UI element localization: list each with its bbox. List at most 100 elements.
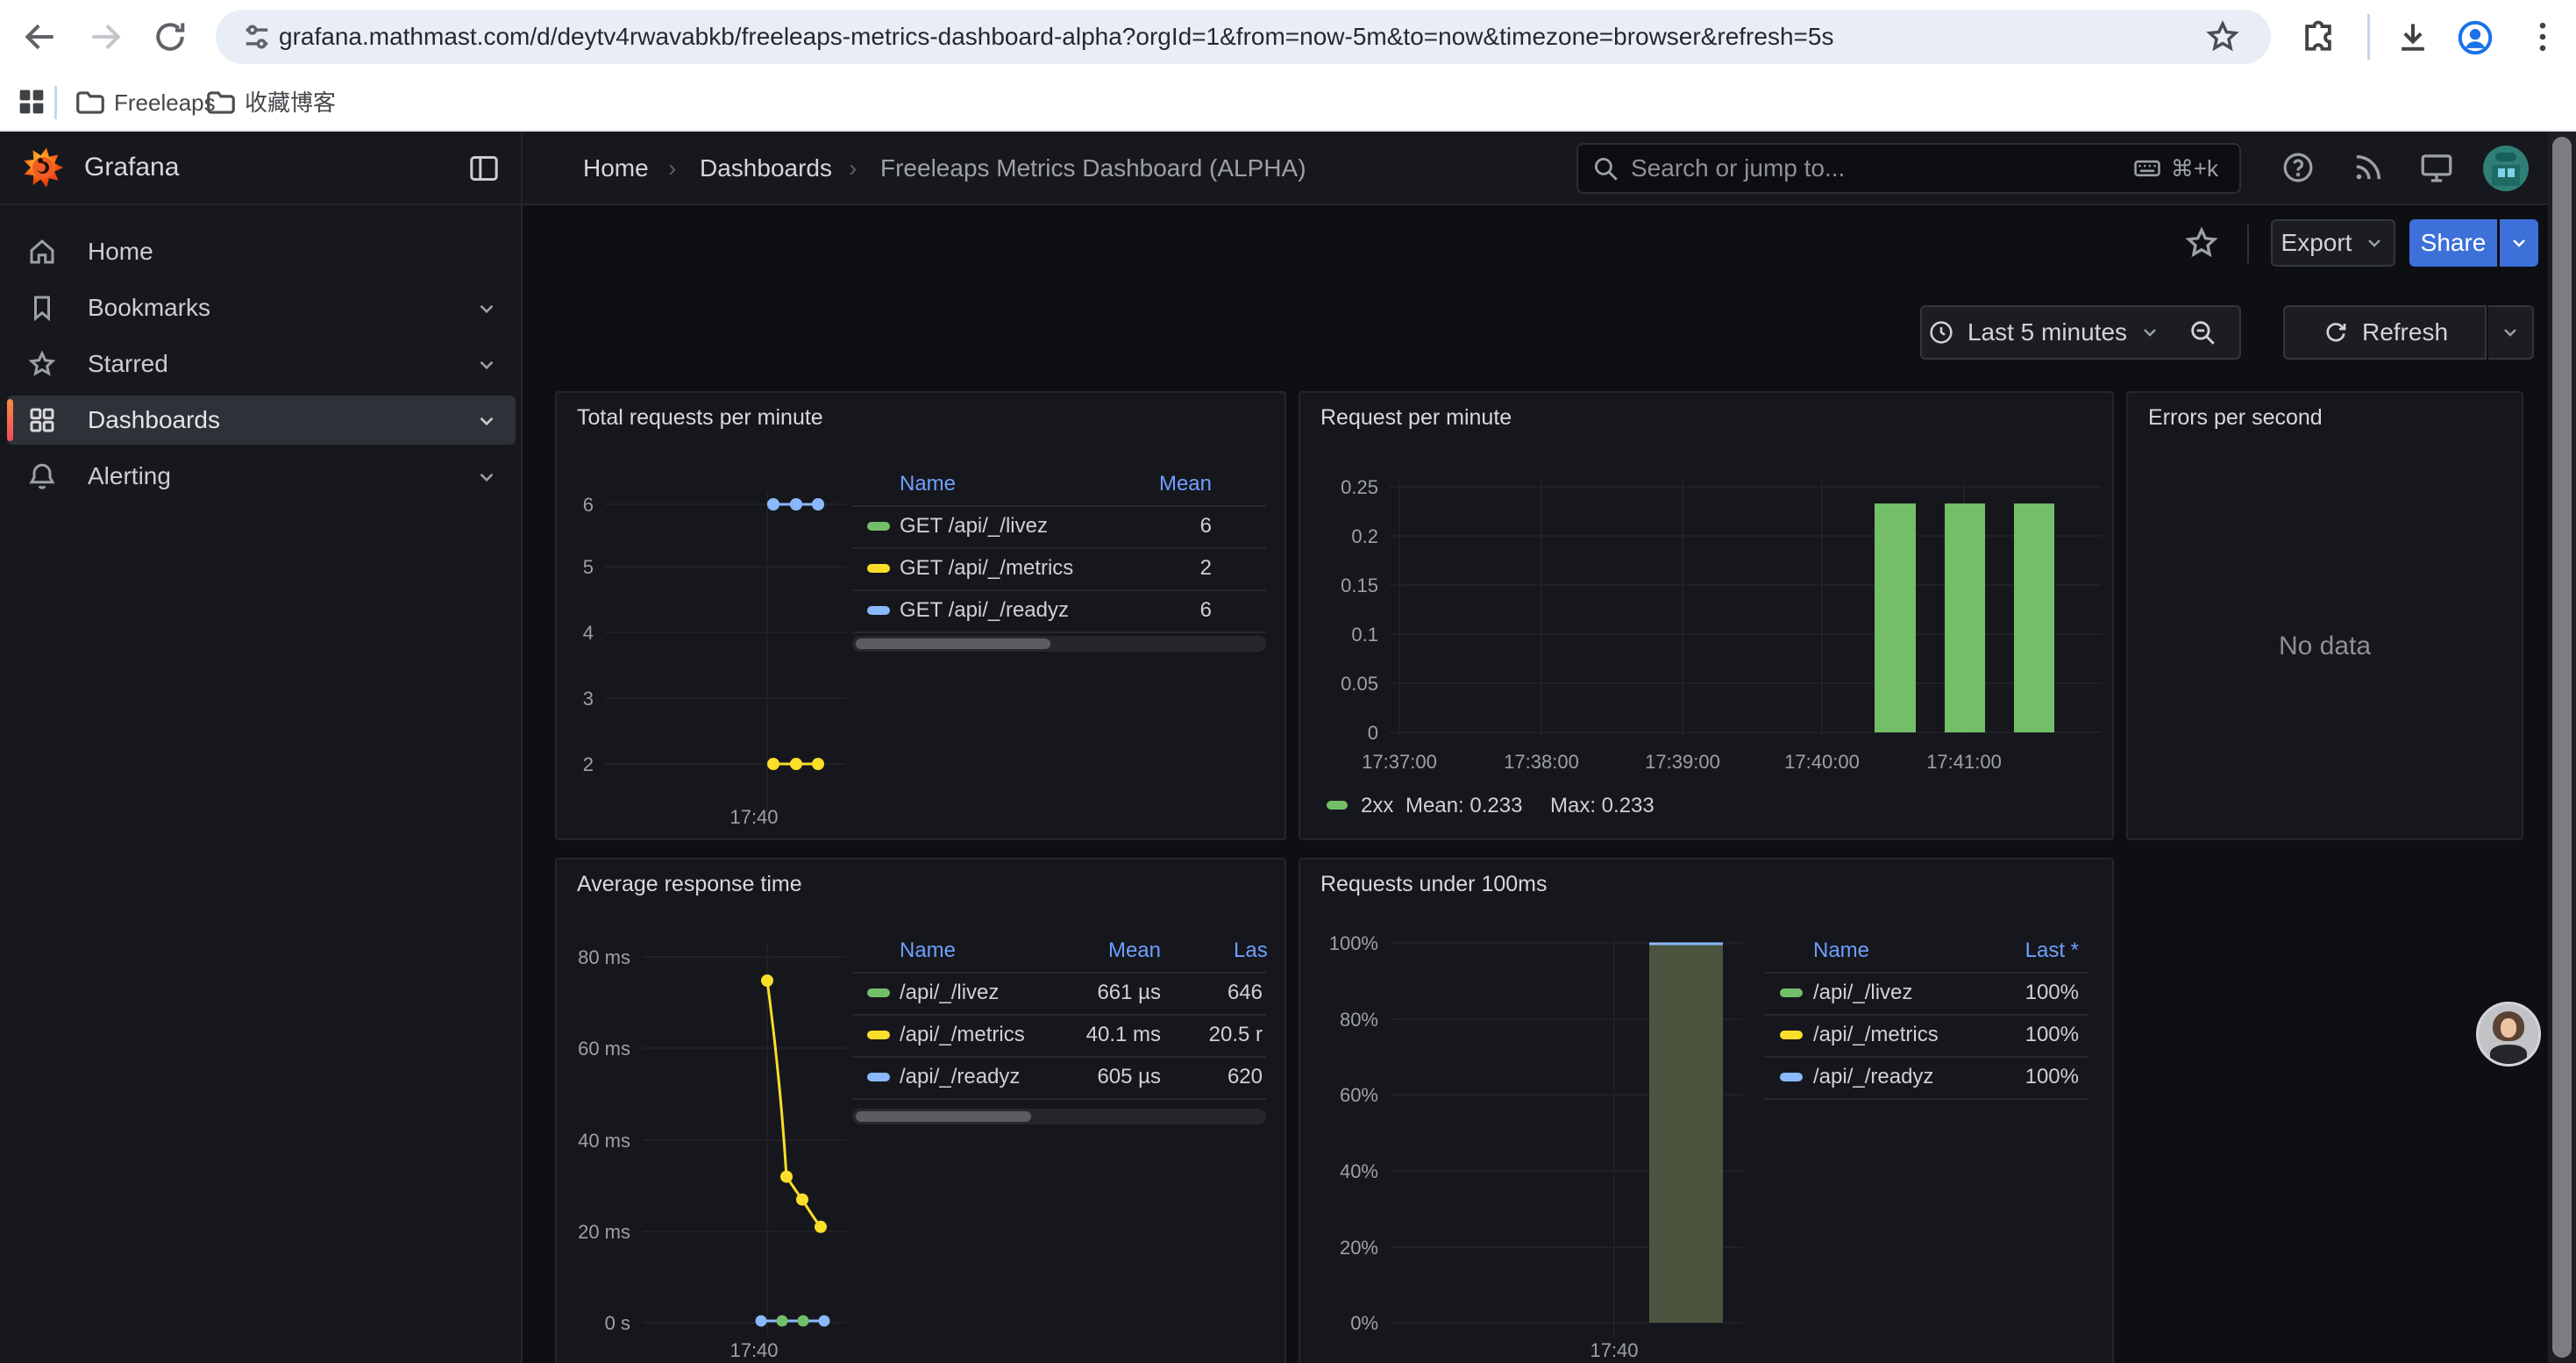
- extensions-icon[interactable]: [2299, 18, 2338, 56]
- panel-request-per-minute: Request per minute 0.250.20.150.10.05017…: [1299, 391, 2114, 840]
- export-chevron-icon: [2364, 232, 2385, 253]
- legend-scrollbar-track[interactable]: [852, 636, 1266, 652]
- p1-legend[interactable]: NameMeanGET /api/_/livez6GET /api/_/metr…: [557, 393, 1284, 838]
- sidebar-item-home[interactable]: Home: [7, 227, 516, 276]
- grafana-logo[interactable]: [21, 146, 65, 189]
- legend-scrollbar-thumb[interactable]: [856, 1111, 1031, 1122]
- legend-header[interactable]: Mean: [1108, 938, 1161, 963]
- sidebar-header-divider: [0, 203, 523, 205]
- legend-header[interactable]: Name: [900, 938, 956, 963]
- panel-requests-under-100ms: Requests under 100ms 100%80%60%40%20%0%1…: [1299, 858, 2114, 1363]
- sidebar-item-starred[interactable]: Starred: [7, 339, 516, 389]
- help-icon[interactable]: [2280, 149, 2316, 186]
- legend-row-divider: [852, 589, 1266, 591]
- legend-row-divider: [852, 505, 1266, 507]
- menu-kebab-icon[interactable]: [2523, 18, 2562, 56]
- star-toolbar-icon[interactable]: [2183, 225, 2220, 261]
- zoom-out-button[interactable]: [2166, 305, 2241, 360]
- share-button[interactable]: Share: [2409, 219, 2497, 267]
- scrollbar-thumb[interactable]: [2552, 137, 2572, 1358]
- brand-text[interactable]: Grafana: [84, 132, 179, 203]
- legend-scrollbar-track[interactable]: [852, 1109, 1266, 1124]
- panel-title[interactable]: Errors per second: [2148, 405, 2323, 431]
- p4-legend[interactable]: NameMeanLas/api/_/livez661 µs646/api/_/m…: [557, 860, 1284, 1363]
- p5-legend[interactable]: NameLast */api/_/livez100%/api/_/metrics…: [1300, 860, 2112, 1363]
- legend-header[interactable]: Last *: [2025, 938, 2079, 963]
- legend-header[interactable]: Las: [1234, 938, 1268, 963]
- forward-icon[interactable]: [86, 18, 125, 56]
- user-avatar[interactable]: [2483, 146, 2529, 191]
- panel-title[interactable]: Request per minute: [1320, 405, 1512, 431]
- legend-header[interactable]: Name: [900, 472, 956, 496]
- export-button[interactable]: Export: [2271, 219, 2395, 267]
- screen: grafana.mathmast.com/d/deytv4rwavabkb/fr…: [0, 0, 2576, 1363]
- time-range-picker[interactable]: Last 5 minutes: [1920, 305, 2167, 360]
- p2-chart[interactable]: 0.250.20.150.10.05017:37:0017:38:0017:39…: [1300, 393, 2112, 838]
- legend-cell: 2: [1200, 556, 1212, 581]
- display-icon[interactable]: [2418, 149, 2455, 186]
- legend-row-divider: [852, 632, 1266, 633]
- series-swatch[interactable]: [867, 1073, 890, 1081]
- legend-scrollbar-thumb[interactable]: [856, 639, 1050, 649]
- legend-cell: 20.5 r: [1209, 1023, 1263, 1047]
- sidebar-collapse-icon[interactable]: [466, 151, 502, 186]
- legend-row-divider: [852, 1056, 1266, 1058]
- sidebar-item-bookmarks[interactable]: Bookmarks: [7, 283, 516, 332]
- bookmark-folder-freeleaps[interactable]: Freeleaps: [74, 74, 205, 132]
- series-swatch[interactable]: [867, 606, 890, 615]
- legend-cell: /api/_/livez: [900, 981, 999, 1005]
- bookmark-folder-blogs[interactable]: 收藏博客: [204, 74, 345, 132]
- series-swatch[interactable]: [1780, 1031, 1803, 1039]
- url-text[interactable]: grafana.mathmast.com/d/deytv4rwavabkb/fr…: [279, 0, 1833, 74]
- legend-row-divider: [1764, 1014, 2089, 1016]
- profile-icon[interactable]: [2455, 18, 2495, 58]
- chevron-down-icon[interactable]: [475, 297, 498, 320]
- floating-avatar[interactable]: [2476, 1002, 2541, 1067]
- svg-text:17:38:00: 17:38:00: [1504, 751, 1579, 773]
- sidebar-item-dashboards[interactable]: Dashboards: [7, 396, 516, 445]
- alerting-bell-icon: [26, 460, 58, 492]
- browser-toolbar: grafana.mathmast.com/d/deytv4rwavabkb/fr…: [0, 0, 2576, 74]
- legend-row-divider: [852, 547, 1266, 549]
- legend-cell: 661 µs: [1097, 981, 1161, 1005]
- home-icon: [26, 236, 58, 268]
- chevron-down-icon[interactable]: [475, 410, 498, 432]
- sidebar-item-alerting[interactable]: Alerting: [7, 452, 516, 501]
- chevron-down-icon[interactable]: [475, 466, 498, 489]
- series-swatch[interactable]: [867, 1031, 890, 1039]
- series-swatch[interactable]: [867, 522, 890, 531]
- bookmark-star-icon[interactable]: [2204, 18, 2241, 55]
- search-input[interactable]: Search or jump to... ⌘+k: [1576, 143, 2241, 194]
- site-settings-icon[interactable]: [238, 18, 275, 55]
- bookmarks-divider: [54, 86, 57, 119]
- svg-text:2xx: 2xx: [1361, 794, 1393, 817]
- legend-row-divider: [1764, 1056, 2089, 1058]
- breadcrumb-home[interactable]: Home: [583, 132, 649, 205]
- series-swatch[interactable]: [1780, 1073, 1803, 1081]
- reload-icon[interactable]: [151, 18, 189, 56]
- series-swatch[interactable]: [867, 564, 890, 573]
- apps-grid-icon[interactable]: [14, 84, 49, 119]
- refresh-interval-button[interactable]: [2488, 305, 2534, 360]
- back-icon[interactable]: [21, 18, 60, 56]
- star-icon: [26, 348, 58, 380]
- news-icon[interactable]: [2350, 149, 2387, 186]
- series-swatch[interactable]: [1780, 988, 1803, 997]
- sidebar: Grafana Home Bookmarks Starred: [0, 132, 523, 1363]
- legend-row-divider: [852, 1014, 1266, 1016]
- legend-header[interactable]: Mean: [1159, 472, 1212, 496]
- series-swatch[interactable]: [867, 988, 890, 997]
- legend-header[interactable]: Name: [1813, 938, 1869, 963]
- no-data-text: No data: [2128, 632, 2522, 661]
- svg-text:Mean: 0.233: Mean: 0.233: [1405, 794, 1522, 817]
- legend-row-divider: [852, 972, 1266, 974]
- refresh-button[interactable]: Refresh: [2283, 305, 2487, 360]
- folder-icon: [74, 86, 107, 119]
- legend-cell: 6: [1200, 598, 1212, 623]
- chevron-down-icon[interactable]: [475, 353, 498, 376]
- share-menu-button[interactable]: [2500, 219, 2538, 267]
- legend-cell: GET /api/_/metrics: [900, 556, 1073, 581]
- download-icon[interactable]: [2394, 18, 2432, 56]
- breadcrumb-dashboards[interactable]: Dashboards: [700, 132, 832, 205]
- panel-errors-per-second: Errors per second No data: [2126, 391, 2523, 840]
